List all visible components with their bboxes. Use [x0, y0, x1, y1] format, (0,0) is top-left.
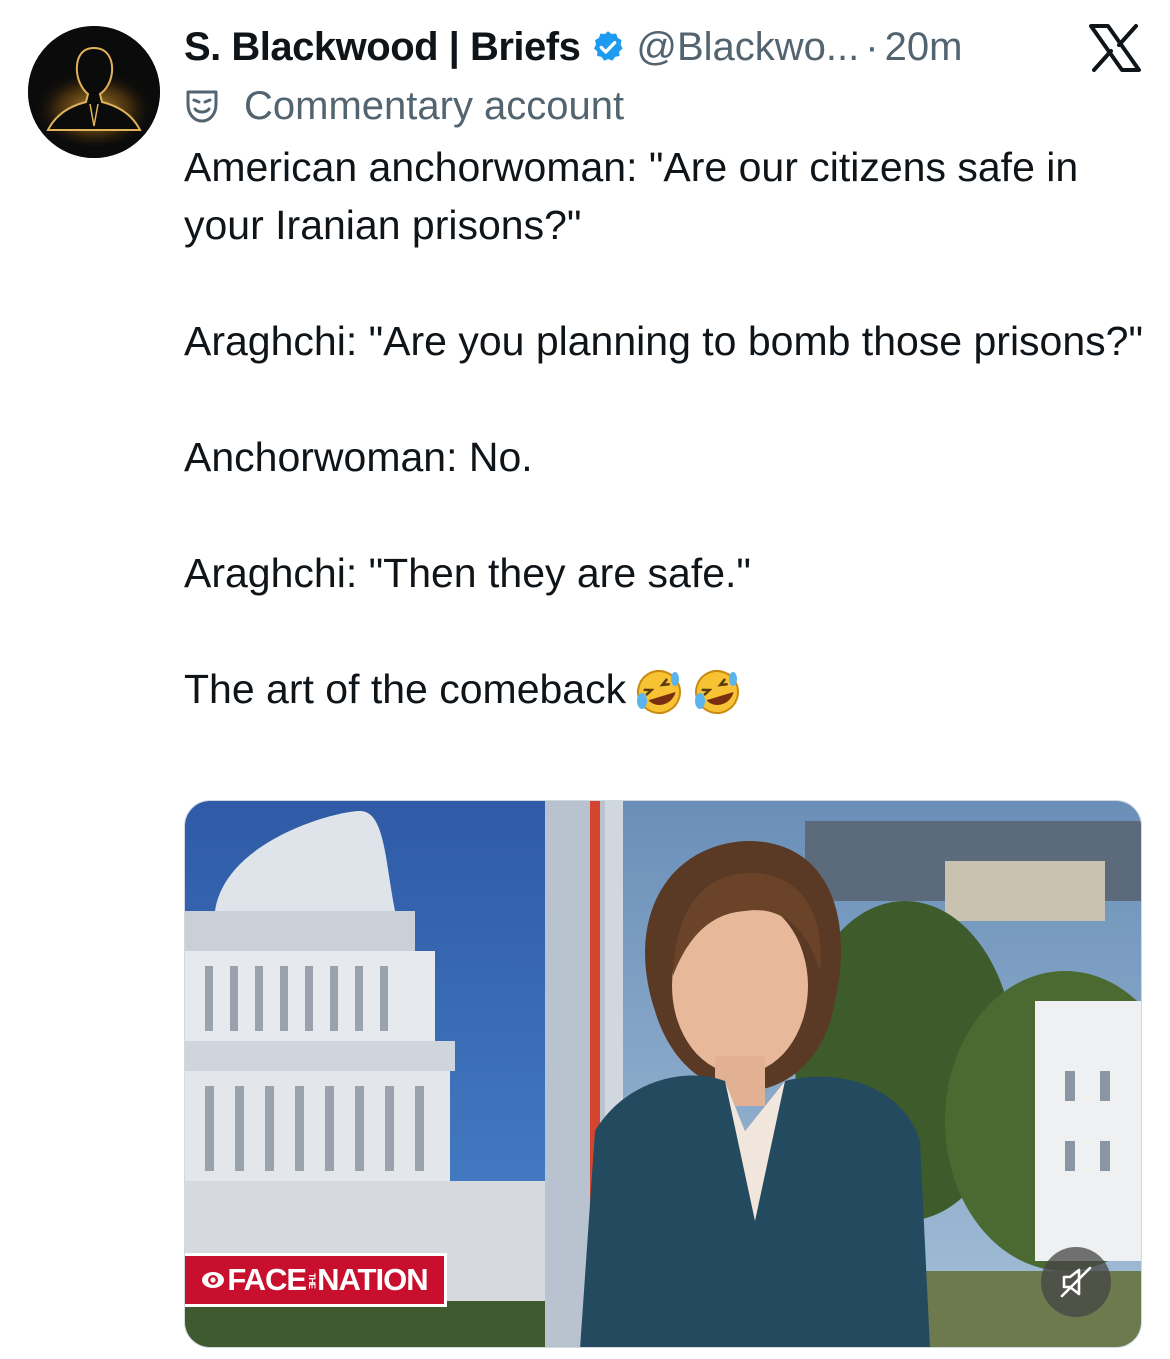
tweet-line: Araghchi: "Are you planning to bomb thos… [184, 318, 1144, 364]
tweet: S. Blackwood | Briefs @Blackwo... · 20m [0, 0, 1170, 1359]
tweet-line: Anchorwoman: No. [184, 434, 533, 480]
avatar[interactable] [28, 26, 160, 158]
mute-icon [1060, 1266, 1092, 1298]
tweet-line: The art of the comeback [184, 666, 627, 712]
tweet-line-last: The art of the comeback [184, 660, 1144, 718]
cbs-eye-icon [201, 1268, 225, 1292]
account-label-text: Commentary account [244, 83, 625, 128]
verified-badge-icon [590, 29, 626, 65]
account-label[interactable]: Commentary account [184, 80, 624, 132]
laughing-emoji-icon [634, 667, 684, 717]
tweet-header: S. Blackwood | Briefs @Blackwo... · 20m [184, 18, 1142, 76]
chyron-face-the-nation: FACE THE NATION [185, 1253, 447, 1307]
laughing-emoji-icon [692, 667, 742, 717]
timestamp[interactable]: 20m [885, 25, 963, 70]
chyron-text: FACE [227, 1262, 307, 1297]
tweet-line: American anchorwoman: "Are our citizens … [184, 144, 1079, 248]
author-handle[interactable]: @Blackwo... [636, 25, 859, 70]
mute-button[interactable] [1041, 1247, 1111, 1317]
chyron-small: THE [307, 1272, 318, 1288]
tweet-text: American anchorwoman: "Are our citizens … [184, 138, 1144, 718]
tweet-line: Araghchi: "Then they are safe." [184, 550, 751, 596]
theater-mask-icon [184, 88, 220, 124]
chyron-text-end: NATION [317, 1262, 429, 1297]
x-logo-icon[interactable] [1088, 24, 1142, 72]
video-player[interactable]: FACE THE NATION [184, 800, 1142, 1348]
author-display-name[interactable]: S. Blackwood | Briefs [184, 25, 581, 70]
separator-dot: · [865, 24, 879, 69]
